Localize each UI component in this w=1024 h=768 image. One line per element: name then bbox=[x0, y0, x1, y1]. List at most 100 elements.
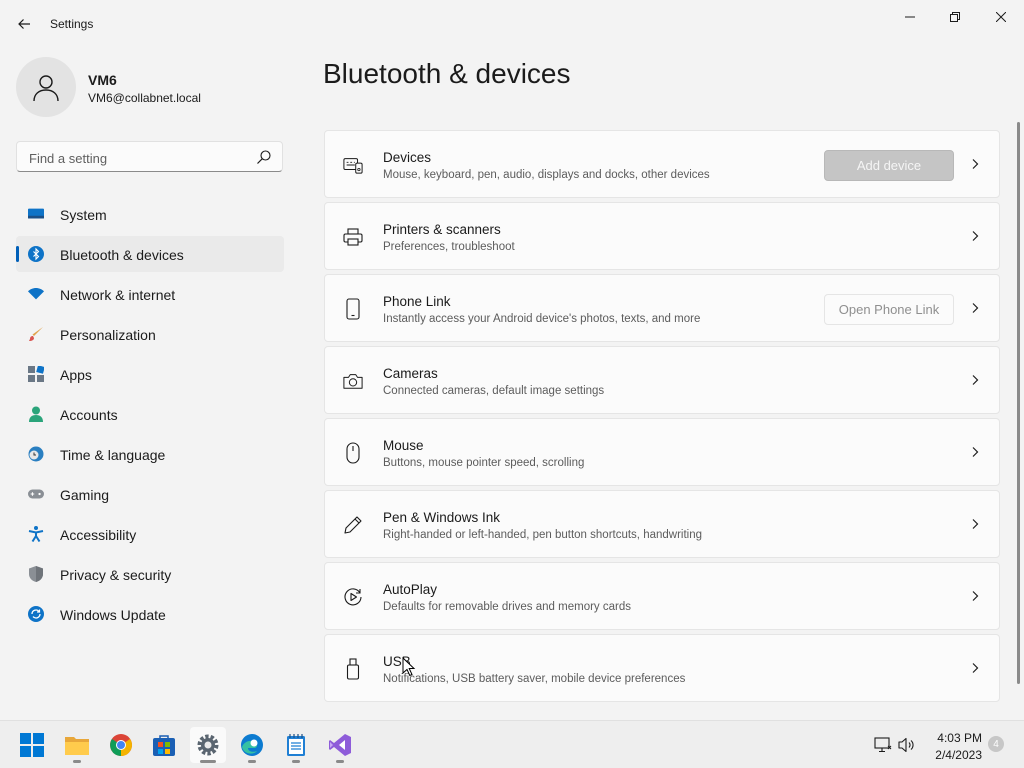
minimize-icon bbox=[905, 16, 915, 18]
taskbar-notepad[interactable] bbox=[278, 727, 314, 763]
shield-icon bbox=[28, 566, 44, 582]
phone-icon bbox=[343, 298, 363, 320]
sidebar-item-label: Accounts bbox=[60, 407, 118, 423]
sidebar-item-system[interactable]: System bbox=[16, 196, 284, 232]
chrome-icon bbox=[110, 734, 132, 756]
open-phone-link-button[interactable]: Open Phone Link bbox=[824, 294, 954, 325]
bluetooth-icon bbox=[28, 246, 44, 262]
taskbar-chrome[interactable] bbox=[103, 727, 139, 763]
search-icon[interactable] bbox=[256, 149, 272, 165]
card-subtitle: Notifications, USB battery saver, mobile… bbox=[383, 673, 686, 685]
back-button[interactable] bbox=[10, 10, 38, 38]
notification-badge[interactable]: 4 bbox=[988, 736, 1004, 752]
taskbar-visual-studio[interactable] bbox=[322, 727, 358, 763]
pen-icon bbox=[343, 515, 363, 535]
card-title: Printers & scanners bbox=[383, 222, 501, 237]
running-indicator bbox=[73, 760, 81, 763]
sidebar-item-label: Personalization bbox=[60, 327, 156, 343]
sidebar-item-bluetooth-devices[interactable]: Bluetooth & devices bbox=[16, 236, 284, 272]
card-subtitle: Defaults for removable drives and memory… bbox=[383, 601, 631, 613]
sidebar-item-privacy-security[interactable]: Privacy & security bbox=[16, 556, 284, 592]
running-indicator bbox=[336, 760, 344, 763]
camera-icon bbox=[343, 371, 363, 391]
back-arrow-icon bbox=[18, 19, 30, 29]
card-autoplay[interactable]: AutoPlay Defaults for removable drives a… bbox=[324, 562, 1000, 630]
close-button[interactable] bbox=[978, 2, 1024, 32]
search-box[interactable] bbox=[16, 141, 283, 172]
taskbar-edge[interactable] bbox=[234, 727, 270, 763]
settings-card-list: Devices Mouse, keyboard, pen, audio, dis… bbox=[324, 130, 1000, 706]
running-indicator bbox=[292, 760, 300, 763]
sidebar-item-gaming[interactable]: Gaming bbox=[16, 476, 284, 512]
card-cameras[interactable]: Cameras Connected cameras, default image… bbox=[324, 346, 1000, 414]
taskbar: 4:03 PM 2/4/2023 bbox=[0, 720, 1024, 768]
card-title: Cameras bbox=[383, 366, 438, 381]
taskbar-store[interactable] bbox=[146, 727, 182, 763]
restore-button[interactable] bbox=[932, 2, 978, 32]
card-subtitle: Instantly access your Android device's p… bbox=[383, 313, 701, 325]
sidebar-item-windows-update[interactable]: Windows Update bbox=[16, 596, 284, 632]
add-device-button[interactable]: Add device bbox=[824, 150, 954, 181]
title-bar: Settings bbox=[0, 0, 1024, 48]
chevron-right-icon bbox=[972, 303, 979, 313]
card-title: Phone Link bbox=[383, 294, 451, 309]
running-indicator bbox=[248, 760, 256, 763]
chevron-right-icon bbox=[972, 231, 979, 241]
user-email: VM6@collabnet.local bbox=[88, 91, 201, 105]
visual-studio-icon bbox=[329, 734, 351, 756]
card-subtitle: Connected cameras, default image setting… bbox=[383, 385, 605, 397]
card-pen-windows-ink[interactable]: Pen & Windows Ink Right-handed or left-h… bbox=[324, 490, 1000, 558]
notepad-icon bbox=[287, 734, 305, 756]
sidebar-item-label: Time & language bbox=[60, 447, 166, 463]
sidebar-item-label: Gaming bbox=[60, 487, 110, 503]
update-icon bbox=[28, 606, 44, 622]
page-title: Bluetooth & devices bbox=[323, 58, 571, 89]
taskbar-file-explorer[interactable] bbox=[59, 727, 95, 763]
file-explorer-icon bbox=[65, 737, 89, 755]
card-phone-link[interactable]: Phone Link Instantly access your Android… bbox=[324, 274, 1000, 342]
devices-icon bbox=[343, 155, 363, 175]
sidebar-item-label: Privacy & security bbox=[60, 567, 172, 583]
sidebar-item-accessibility[interactable]: Accessibility bbox=[16, 516, 284, 552]
gamepad-icon bbox=[28, 486, 44, 502]
clock-globe-icon bbox=[28, 446, 44, 462]
card-subtitle: Preferences, troubleshoot bbox=[383, 241, 515, 253]
card-title: Devices bbox=[383, 150, 432, 165]
scrollbar[interactable] bbox=[1017, 122, 1020, 684]
store-icon bbox=[153, 735, 175, 756]
volume-icon[interactable] bbox=[898, 737, 916, 753]
settings-icon bbox=[197, 734, 219, 756]
person-icon bbox=[28, 406, 44, 422]
minimize-button[interactable] bbox=[887, 2, 933, 32]
start-button[interactable] bbox=[14, 727, 50, 763]
taskbar-settings[interactable] bbox=[190, 727, 226, 763]
sidebar-item-label: Apps bbox=[60, 367, 92, 383]
sidebar-item-network[interactable]: Network & internet bbox=[16, 276, 284, 312]
avatar[interactable] bbox=[16, 57, 76, 117]
chevron-right-icon bbox=[972, 159, 979, 169]
card-title: AutoPlay bbox=[383, 582, 438, 597]
card-printers-scanners[interactable]: Printers & scanners Preferences, trouble… bbox=[324, 202, 1000, 270]
edge-icon bbox=[241, 734, 263, 756]
chevron-right-icon bbox=[972, 663, 979, 673]
sidebar-item-label: Windows Update bbox=[60, 607, 166, 623]
monitor-icon bbox=[28, 206, 44, 222]
sidebar-item-apps[interactable]: Apps bbox=[16, 356, 284, 392]
brush-icon bbox=[28, 326, 44, 342]
sidebar-item-time-language[interactable]: Time & language bbox=[16, 436, 284, 472]
card-devices[interactable]: Devices Mouse, keyboard, pen, audio, dis… bbox=[324, 130, 1000, 198]
search-input[interactable] bbox=[27, 148, 251, 168]
chevron-right-icon bbox=[972, 519, 979, 529]
sidebar-item-label: Accessibility bbox=[60, 527, 137, 543]
chevron-right-icon bbox=[972, 375, 979, 385]
card-usb[interactable]: USB Notifications, USB battery saver, mo… bbox=[324, 634, 1000, 702]
user-name: VM6 bbox=[88, 72, 117, 88]
sidebar-item-accounts[interactable]: Accounts bbox=[16, 396, 284, 432]
sidebar-item-label: Network & internet bbox=[60, 287, 176, 303]
autoplay-icon bbox=[343, 587, 363, 607]
sidebar-item-personalization[interactable]: Personalization bbox=[16, 316, 284, 352]
wifi-icon bbox=[28, 286, 44, 302]
network-status-icon[interactable] bbox=[874, 737, 892, 753]
card-mouse[interactable]: Mouse Buttons, mouse pointer speed, scro… bbox=[324, 418, 1000, 486]
printer-icon bbox=[343, 227, 363, 247]
